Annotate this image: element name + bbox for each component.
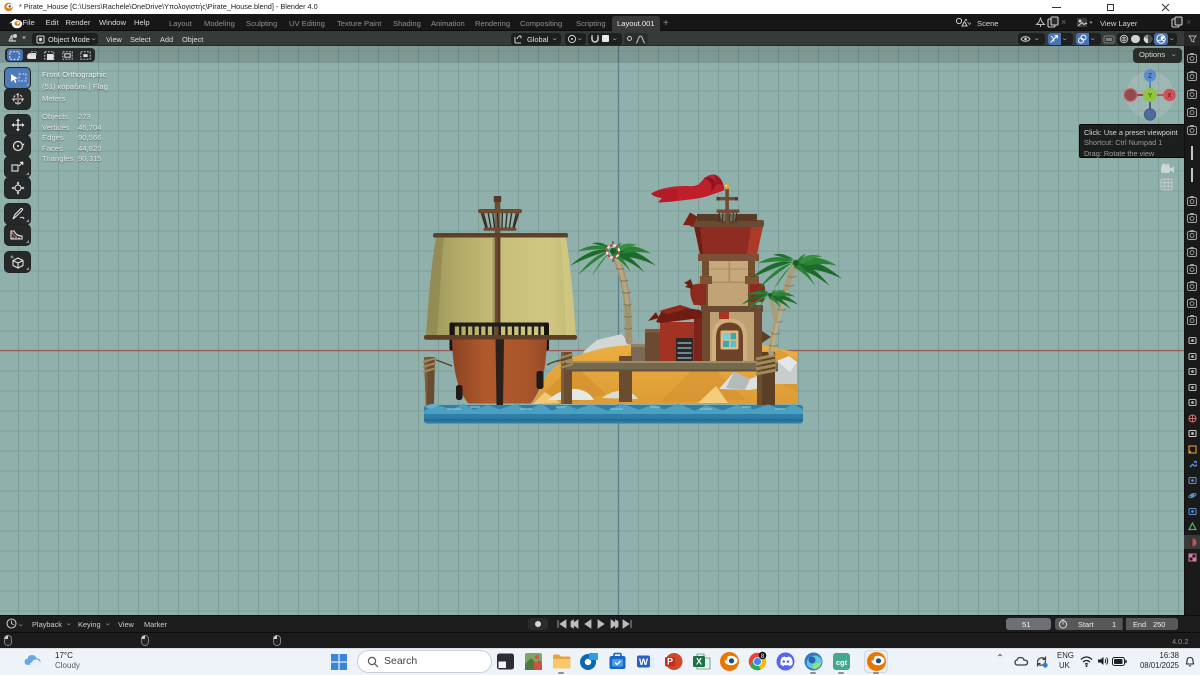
svg-text:X: X bbox=[1167, 92, 1171, 99]
svg-text:cgt: cgt bbox=[835, 657, 847, 666]
svg-text:P: P bbox=[666, 656, 672, 666]
svg-text:W: W bbox=[639, 656, 648, 667]
svg-text:X: X bbox=[695, 656, 701, 666]
svg-text:Z: Z bbox=[1148, 73, 1152, 80]
svg-text:Y: Y bbox=[1148, 93, 1153, 100]
